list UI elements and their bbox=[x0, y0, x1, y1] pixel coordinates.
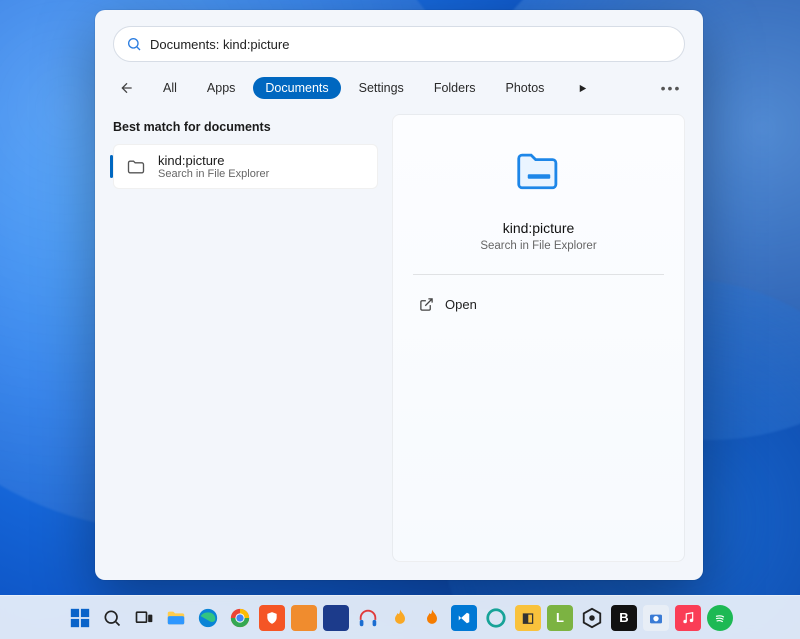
preview-title: kind:picture bbox=[503, 220, 575, 236]
taskbar-spotify[interactable] bbox=[707, 605, 733, 631]
taskbar-teal-circle[interactable] bbox=[483, 605, 509, 631]
content-area: Best match for documents kind:picture Se… bbox=[95, 114, 703, 580]
search-icon bbox=[126, 36, 142, 52]
more-filters-button[interactable] bbox=[570, 76, 594, 100]
play-icon bbox=[577, 83, 588, 94]
spotify-icon bbox=[713, 611, 727, 625]
tab-apps[interactable]: Apps bbox=[195, 77, 248, 99]
windows-icon bbox=[69, 607, 91, 629]
taskview-icon bbox=[134, 608, 154, 628]
taskbar-burn[interactable] bbox=[419, 605, 445, 631]
music-icon bbox=[681, 611, 695, 625]
taskbar-flame[interactable] bbox=[387, 605, 413, 631]
result-title: kind:picture bbox=[158, 153, 269, 168]
tab-photos[interactable]: Photos bbox=[494, 77, 557, 99]
open-external-icon bbox=[417, 295, 435, 313]
taskbar-vscode[interactable] bbox=[451, 605, 477, 631]
flame-icon bbox=[390, 608, 410, 628]
circle-icon bbox=[485, 607, 507, 629]
taskbar-taskview[interactable] bbox=[131, 605, 157, 631]
preview-pane: kind:picture Search in File Explorer Ope… bbox=[392, 114, 685, 562]
taskbar-explorer[interactable] bbox=[163, 605, 189, 631]
taskbar-edge[interactable] bbox=[195, 605, 221, 631]
tab-folders[interactable]: Folders bbox=[422, 77, 488, 99]
folder-search-icon bbox=[124, 155, 148, 179]
search-input[interactable] bbox=[150, 37, 672, 52]
vscode-icon bbox=[457, 611, 471, 625]
search-bar[interactable] bbox=[113, 26, 685, 62]
divider bbox=[413, 274, 664, 275]
taskbar-bold-app[interactable]: B bbox=[611, 605, 637, 631]
taskbar-chrome[interactable] bbox=[227, 605, 253, 631]
result-subtitle: Search in File Explorer bbox=[158, 168, 269, 180]
taskbar-camera[interactable] bbox=[643, 605, 669, 631]
folder-icon bbox=[165, 607, 187, 629]
taskbar-media[interactable] bbox=[355, 605, 381, 631]
chrome-icon bbox=[229, 607, 251, 629]
result-item[interactable]: kind:picture Search in File Explorer bbox=[113, 144, 378, 189]
taskbar-yellow-app[interactable]: ◧ bbox=[515, 605, 541, 631]
tab-settings[interactable]: Settings bbox=[347, 77, 416, 99]
hexagon-icon bbox=[581, 607, 603, 629]
taskbar-music[interactable] bbox=[675, 605, 701, 631]
taskbar: ◧ L B bbox=[0, 595, 800, 639]
taskbar-start[interactable] bbox=[67, 605, 93, 631]
arrow-left-icon bbox=[119, 80, 135, 96]
camera-icon bbox=[648, 610, 664, 626]
results-pane: Best match for documents kind:picture Se… bbox=[113, 114, 378, 562]
filter-tabs: All Apps Documents Settings Folders Phot… bbox=[95, 70, 703, 114]
action-open[interactable]: Open bbox=[413, 289, 664, 319]
taskbar-lime-app[interactable]: L bbox=[547, 605, 573, 631]
taskbar-brave[interactable] bbox=[259, 605, 285, 631]
taskbar-hex-app[interactable] bbox=[579, 605, 605, 631]
search-window: All Apps Documents Settings Folders Phot… bbox=[95, 10, 703, 580]
back-button[interactable] bbox=[113, 74, 141, 102]
search-icon bbox=[102, 608, 122, 628]
section-title: Best match for documents bbox=[113, 120, 378, 134]
overflow-button[interactable]: ••• bbox=[657, 74, 685, 102]
preview-subtitle: Search in File Explorer bbox=[480, 240, 596, 252]
flame-icon bbox=[422, 608, 442, 628]
preview-folder-icon bbox=[512, 145, 566, 204]
edge-icon bbox=[197, 607, 219, 629]
taskbar-search[interactable] bbox=[99, 605, 125, 631]
tab-all[interactable]: All bbox=[151, 77, 189, 99]
taskbar-app-navy[interactable] bbox=[323, 605, 349, 631]
shield-icon bbox=[265, 611, 279, 625]
action-open-label: Open bbox=[445, 297, 477, 312]
taskbar-app-orange[interactable] bbox=[291, 605, 317, 631]
headphones-icon bbox=[357, 607, 379, 629]
tab-documents[interactable]: Documents bbox=[253, 77, 340, 99]
ellipsis-icon: ••• bbox=[661, 80, 682, 96]
